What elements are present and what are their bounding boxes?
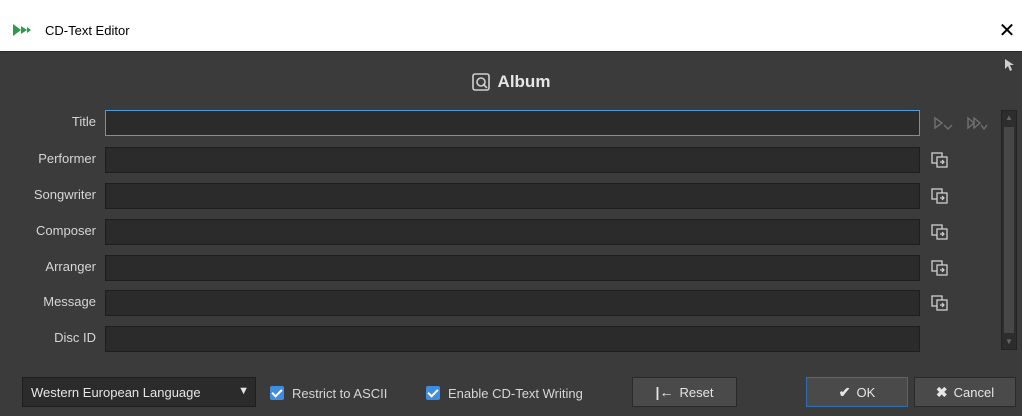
restrict-ascii-label: Restrict to ASCII — [292, 385, 388, 401]
field-row-songwriter: Songwriter — [0, 183, 1022, 209]
songwriter-input[interactable] — [105, 183, 920, 209]
album-disc-icon — [471, 73, 490, 91]
cancel-label: Cancel — [953, 384, 995, 400]
copy-to-tracks-icon[interactable] — [930, 294, 950, 312]
title-input[interactable] — [105, 110, 920, 136]
section-header: Album — [0, 72, 1022, 96]
ok-button[interactable]: ✔ OK — [806, 377, 908, 407]
reset-label: Reset — [679, 384, 714, 400]
language-value: Western European Language — [31, 385, 201, 400]
disc-id-input[interactable] — [105, 326, 920, 352]
restrict-ascii-checkbox[interactable]: Restrict to ASCII — [270, 383, 387, 403]
title-bar: CD-Text Editor ✕ — [0, 0, 1022, 52]
field-row-composer: Composer — [0, 219, 1022, 245]
field-row-performer: Performer — [0, 147, 1022, 173]
performer-input[interactable] — [105, 147, 920, 173]
composer-label: Composer — [36, 223, 96, 238]
checkmark-icon: ✔ — [838, 383, 851, 400]
play-all-icon[interactable] — [966, 115, 988, 131]
composer-input[interactable] — [105, 219, 920, 245]
arranger-input[interactable] — [105, 255, 920, 281]
copy-to-tracks-icon[interactable] — [930, 259, 950, 277]
copy-to-tracks-icon[interactable] — [930, 151, 950, 169]
checkbox-checked-icon[interactable] — [270, 386, 284, 400]
field-row-arranger: Arranger — [0, 255, 1022, 281]
performer-label: Performer — [38, 151, 96, 166]
field-row-title: Title — [0, 110, 1022, 136]
play-next-icon[interactable] — [932, 115, 954, 131]
enable-cd-text-checkbox[interactable]: Enable CD-Text Writing — [426, 383, 583, 403]
scroll-up-arrow-icon[interactable]: ▲ — [1002, 111, 1016, 125]
field-row-message: Message — [0, 290, 1022, 316]
footer-bar: Western European Language ▼ Restrict to … — [0, 374, 1022, 410]
copy-to-tracks-icon[interactable] — [930, 223, 950, 241]
ok-label: OK — [856, 384, 876, 400]
cancel-button[interactable]: ✖ Cancel — [914, 377, 1016, 407]
dropdown-arrow-icon: ▼ — [238, 385, 249, 397]
reset-button[interactable]: |← Reset — [632, 377, 737, 407]
title-label: Title — [71, 114, 96, 129]
reset-icon: |← — [655, 384, 674, 400]
close-button[interactable]: ✕ — [992, 16, 1022, 46]
songwriter-label: Songwriter — [33, 187, 96, 202]
arranger-label: Arranger — [45, 259, 96, 274]
copy-to-tracks-icon[interactable] — [930, 187, 950, 205]
cursor-icon — [1005, 59, 1014, 71]
message-input[interactable] — [105, 290, 920, 316]
section-title: Album — [497, 72, 551, 91]
checkbox-checked-icon[interactable] — [426, 386, 440, 400]
dialog-content: Album Title Performer Songwriter Compose… — [0, 52, 1022, 416]
message-label: Message — [43, 294, 96, 309]
cancel-x-icon: ✖ — [935, 383, 948, 400]
field-row-disc-id: Disc ID — [0, 326, 1022, 352]
disc-id-label: Disc ID — [54, 330, 96, 345]
scroll-down-arrow-icon[interactable]: ▼ — [1002, 335, 1016, 349]
scroll-thumb[interactable] — [1004, 127, 1014, 333]
enable-writing-label: Enable CD-Text Writing — [448, 385, 583, 401]
language-select[interactable]: Western European Language ▼ — [22, 377, 256, 407]
app-logo-icon — [13, 24, 31, 36]
window-title: CD-Text Editor — [45, 23, 130, 38]
vertical-scrollbar[interactable]: ▲ ▼ — [1001, 110, 1017, 350]
